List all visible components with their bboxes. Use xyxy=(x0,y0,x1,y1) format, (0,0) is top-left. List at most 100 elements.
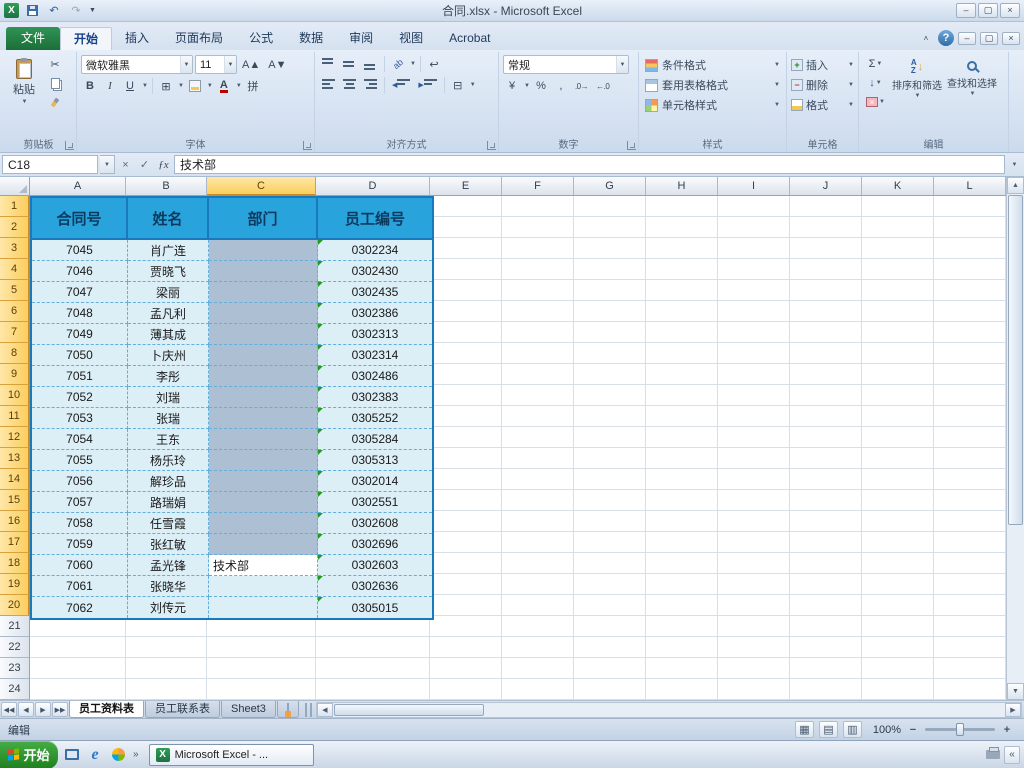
cell-A5[interactable]: 7047 xyxy=(32,282,128,303)
restore-button[interactable]: ▢ xyxy=(978,3,998,18)
scroll-right-button[interactable]: ▶ xyxy=(1005,702,1021,717)
internet-explorer-button[interactable]: e xyxy=(85,745,105,765)
cell-B12[interactable]: 王东 xyxy=(128,429,209,450)
cell-D6[interactable]: 0302386 xyxy=(318,303,432,324)
cell-B13[interactable]: 杨乐玲 xyxy=(128,450,209,471)
alignment-dialog-launcher[interactable] xyxy=(487,141,496,150)
media-player-button[interactable] xyxy=(108,745,128,765)
row-header-21[interactable]: 21 xyxy=(0,616,30,637)
tab-formulas[interactable]: 公式 xyxy=(236,27,286,50)
cell-A12[interactable]: 7054 xyxy=(32,429,128,450)
font-size-select[interactable]: 11 ▼ xyxy=(195,55,237,74)
font-name-select[interactable]: 微软雅黑 ▼ xyxy=(81,55,193,74)
printer-tray-icon[interactable] xyxy=(986,747,1000,759)
cell-B7[interactable]: 薄其成 xyxy=(128,324,209,345)
table-header-C[interactable]: 部门 xyxy=(209,198,318,240)
cancel-entry-button[interactable]: × xyxy=(117,156,134,174)
borders-dropdown-icon[interactable]: ▼ xyxy=(178,83,184,89)
cell-A11[interactable]: 7053 xyxy=(32,408,128,429)
column-header-L[interactable]: L xyxy=(934,177,1006,196)
align-center-button[interactable] xyxy=(340,76,359,94)
comma-style-button[interactable]: , xyxy=(552,77,570,95)
tab-file[interactable]: 文件 xyxy=(6,27,61,50)
cell-A16[interactable]: 7058 xyxy=(32,513,128,534)
cell-C7[interactable] xyxy=(209,324,318,345)
zoom-slider[interactable] xyxy=(925,723,995,736)
workbook-minimize-button[interactable]: – xyxy=(958,31,976,45)
cell-B4[interactable]: 贾晓飞 xyxy=(128,261,209,282)
row-header-1[interactable]: 1 xyxy=(0,196,30,217)
horizontal-scrollbar-thumb[interactable] xyxy=(333,703,484,716)
cell-C17[interactable] xyxy=(209,534,318,555)
cell-A9[interactable]: 7051 xyxy=(32,366,128,387)
cell-A14[interactable]: 7056 xyxy=(32,471,128,492)
next-sheet-button[interactable]: ▶ xyxy=(35,702,51,717)
cell-C6[interactable] xyxy=(209,303,318,324)
workbook-close-button[interactable]: × xyxy=(1002,31,1020,45)
cell-D4[interactable]: 0302430 xyxy=(318,261,432,282)
scroll-left-button[interactable]: ◀ xyxy=(316,702,333,717)
cell-A7[interactable]: 7049 xyxy=(32,324,128,345)
tab-insert[interactable]: 插入 xyxy=(112,27,162,50)
first-sheet-button[interactable]: ◀◀ xyxy=(1,702,17,717)
cell-A17[interactable]: 7059 xyxy=(32,534,128,555)
enter-entry-button[interactable]: ✓ xyxy=(136,156,153,174)
insert-cells-button[interactable]: + 插入 ▼ xyxy=(791,55,854,75)
increase-font-button[interactable]: A▲ xyxy=(239,56,263,74)
undo-button[interactable]: ↶ xyxy=(45,2,63,19)
cell-B15[interactable]: 路瑞娟 xyxy=(128,492,209,513)
cell-B6[interactable]: 孟凡利 xyxy=(128,303,209,324)
insert-worksheet-button[interactable] xyxy=(276,701,299,718)
wrap-text-button[interactable]: ↩ xyxy=(425,55,443,73)
format-cells-button[interactable]: 格式 ▼ xyxy=(791,95,854,115)
zoom-in-button[interactable]: + xyxy=(1000,724,1014,736)
orientation-button[interactable]: ab xyxy=(389,55,407,73)
clipboard-dialog-launcher[interactable] xyxy=(65,141,74,150)
conditional-formatting-button[interactable]: 条件格式 ▼ xyxy=(643,55,782,75)
cell-C13[interactable] xyxy=(209,450,318,471)
formula-bar-expand-button[interactable]: ▼ xyxy=(1007,162,1022,168)
sheet-tab-sheet3[interactable]: Sheet3 xyxy=(221,701,276,718)
tab-page-layout[interactable]: 页面布局 xyxy=(162,27,236,50)
column-header-B[interactable]: B xyxy=(126,177,207,196)
row-header-23[interactable]: 23 xyxy=(0,658,30,679)
decrease-decimal-button[interactable]: ←.0 xyxy=(593,77,612,95)
percent-style-button[interactable]: % xyxy=(532,77,550,95)
row-header-4[interactable]: 4 xyxy=(0,259,30,280)
cell-C3[interactable] xyxy=(209,240,318,261)
cell-B18[interactable]: 孟光锋 xyxy=(128,555,209,576)
formula-input[interactable]: 技术部 xyxy=(174,155,1005,174)
align-top-button[interactable] xyxy=(319,55,338,73)
minimize-button[interactable]: – xyxy=(956,3,976,18)
cell-C8[interactable] xyxy=(209,345,318,366)
tab-acrobat[interactable]: Acrobat xyxy=(436,27,503,50)
excel-app-icon[interactable]: X xyxy=(4,3,19,18)
underline-dropdown-icon[interactable]: ▼ xyxy=(142,83,148,89)
cell-D15[interactable]: 0302551 xyxy=(318,492,432,513)
format-as-table-button[interactable]: 套用表格格式 ▼ xyxy=(643,75,782,95)
vertical-scrollbar-thumb[interactable] xyxy=(1008,195,1023,525)
cell-D20[interactable]: 0305015 xyxy=(318,597,432,618)
cell-A3[interactable]: 7045 xyxy=(32,240,128,261)
cell-C10[interactable] xyxy=(209,387,318,408)
tab-review[interactable]: 审阅 xyxy=(336,27,386,50)
paste-button[interactable]: 粘贴 ▼ xyxy=(5,55,43,134)
align-left-button[interactable] xyxy=(319,76,338,94)
cell-D10[interactable]: 0302383 xyxy=(318,387,432,408)
format-painter-button[interactable] xyxy=(46,93,64,111)
cell-C9[interactable] xyxy=(209,366,318,387)
row-header-16[interactable]: 16 xyxy=(0,511,30,532)
decrease-font-button[interactable]: A▼ xyxy=(265,56,289,74)
cut-button[interactable]: ✂ xyxy=(46,55,64,73)
column-header-J[interactable]: J xyxy=(790,177,862,196)
close-button[interactable]: × xyxy=(1000,3,1020,18)
sheet-tab-employee-data[interactable]: 员工资料表 xyxy=(69,701,144,718)
row-header-22[interactable]: 22 xyxy=(0,637,30,658)
cell-D8[interactable]: 0302314 xyxy=(318,345,432,366)
column-header-K[interactable]: K xyxy=(862,177,934,196)
name-box[interactable]: C18 xyxy=(2,155,98,174)
row-header-5[interactable]: 5 xyxy=(0,280,30,301)
redo-button[interactable]: ↷ xyxy=(67,2,85,19)
save-button[interactable] xyxy=(23,2,41,19)
cell-A8[interactable]: 7050 xyxy=(32,345,128,366)
